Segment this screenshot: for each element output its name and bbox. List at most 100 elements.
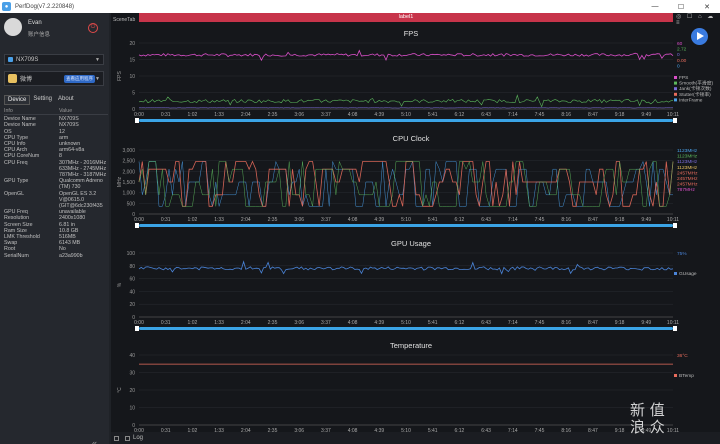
info-row: SerialNum a23a990b — [4, 253, 108, 259]
legend-label: Smooth(平滑度) — [679, 80, 714, 87]
series-line — [138, 49, 674, 62]
legend-swatch — [674, 76, 677, 79]
legend-label: BTemp — [679, 373, 694, 379]
chevron-down-icon: ▼ — [95, 75, 100, 82]
scene-label[interactable]: label1 — [139, 13, 673, 22]
info-key: SerialNum — [4, 252, 29, 259]
sidebar: Evan 账户信息 ⏻ NX709S ▼ 微博 查看应用程序 ▼ Device … — [0, 13, 109, 444]
y-tick-label: 3,000 — [122, 148, 135, 154]
x-tick-label: 2:35 — [268, 320, 278, 326]
info-key: GPU Type — [4, 178, 29, 185]
minimize-button[interactable]: — — [642, 0, 668, 13]
chart-title: Temperature — [390, 341, 432, 350]
x-tick-label: 0:00 — [134, 217, 144, 223]
user-name: Evan — [28, 20, 42, 26]
chart-title: GPU Usage — [391, 239, 431, 248]
x-tick-label: 1:02 — [188, 217, 198, 223]
series-value: 1123MHz — [677, 148, 698, 154]
series-value: 1123MHz — [677, 154, 698, 160]
y-tick-label: 5 — [132, 91, 135, 97]
chevron-down-icon: ▼ — [95, 56, 100, 63]
x-tick-label: 10:11 — [667, 217, 679, 223]
info-row: GPU Type Qualcomm Adreno (TM) 730 — [4, 178, 108, 190]
scroll-handle-left — [135, 326, 139, 331]
device-name: NX709S — [16, 56, 39, 63]
x-tick-label: 3:06 — [294, 112, 304, 118]
series-value: 2457MHz — [677, 182, 698, 188]
legend-swatch — [674, 272, 677, 275]
x-tick-label: 10:11 — [667, 320, 679, 326]
tab-setting[interactable]: Setting — [30, 95, 55, 105]
collapse-sidebar-icon[interactable]: « — [92, 438, 97, 444]
legend-swatch — [674, 98, 677, 102]
account-info-link[interactable]: 账户信息 — [28, 30, 50, 38]
legend-swatch — [674, 81, 677, 85]
y-tick-label: 60 — [129, 277, 135, 283]
power-icon[interactable]: ⏻ — [88, 23, 98, 33]
perfdog-logo-icon: ● — [2, 2, 11, 11]
x-tick-label: 4:39 — [374, 217, 384, 223]
x-tick-label: 7:45 — [535, 320, 545, 326]
x-tick-label: 3:37 — [321, 112, 331, 118]
x-tick-label: 9:18 — [615, 320, 625, 326]
avatar[interactable] — [4, 18, 22, 36]
x-tick-label: 8:16 — [561, 320, 571, 326]
legend-swatch — [674, 374, 677, 377]
tab-device[interactable]: Device — [4, 95, 31, 105]
info-value: Qualcomm Adreno (TM) 730 — [59, 178, 103, 191]
x-tick-label: 7:14 — [508, 112, 518, 118]
chart-area: SceneTab label1 ◎ ☐ ⌂ ☁ ≡ FPS FPS 20 15 10 5 0… — [111, 13, 720, 444]
app-tag[interactable]: 查看应用程序 — [64, 74, 96, 83]
y-tick-label: 80 — [129, 264, 135, 270]
x-tick-label: 9:49 — [641, 320, 651, 326]
series-value: 60 — [677, 41, 683, 47]
y-tick-label: 500 — [127, 201, 136, 207]
series-value: 2457MHz — [677, 176, 698, 182]
x-tick-label: 5:10 — [401, 112, 411, 118]
info-value: a23a990b — [59, 252, 83, 259]
series-value: 0.00 — [677, 58, 687, 64]
series-line — [138, 94, 674, 108]
app-select[interactable]: 微博 查看应用程序 ▼ — [4, 71, 104, 86]
series-line — [138, 160, 674, 208]
y-tick-label: 30 — [129, 371, 135, 377]
x-tick-label: 9:18 — [615, 217, 625, 223]
y-tick-label: 2,000 — [122, 169, 135, 175]
x-tick-label: 2:04 — [241, 217, 251, 223]
watermark: 新 值 浪 众 — [630, 402, 718, 438]
watermark-line1: 新 值 — [630, 401, 665, 419]
y-tick-label: 20 — [129, 41, 135, 47]
x-tick-label: 6:43 — [481, 320, 491, 326]
maximize-button[interactable]: ☐ — [668, 0, 694, 13]
log-label: Log — [133, 435, 144, 441]
x-tick-label: 9:18 — [615, 112, 625, 118]
device-icon — [8, 57, 13, 62]
x-tick-label: 10:11 — [667, 112, 679, 118]
x-tick-label: 0:31 — [161, 112, 171, 118]
legend-label: GUsage — [679, 271, 697, 277]
log-checkbox[interactable] — [125, 435, 130, 441]
series-value: 0 — [677, 63, 680, 69]
x-tick-label: 4:39 — [374, 112, 384, 118]
x-tick-label: 5:41 — [428, 112, 438, 118]
expand-log-icon[interactable] — [114, 435, 119, 441]
x-tick-label: 5:41 — [428, 217, 438, 223]
charts-svg: FPS FPS 20 15 10 5 0 0:00 0:31 1:02 1:33 2:04 2:35 3:… — [117, 29, 714, 439]
device-select[interactable]: NX709S ▼ — [4, 54, 104, 65]
perfdog-window: ● PerfDog(v7.2.220848) — ☐ ✕ Evan 账户信息 ⏻… — [0, 0, 720, 444]
x-tick-label: 8:16 — [561, 112, 571, 118]
y-tick-label: 100 — [127, 251, 136, 257]
x-tick-label: 4:08 — [348, 320, 358, 326]
y-tick-label: 1,000 — [122, 191, 135, 197]
close-button[interactable]: ✕ — [694, 0, 720, 13]
device-info-table: Info Value Device Name NX709S Device Name N… — [4, 108, 108, 259]
x-tick-label: 0:31 — [161, 320, 171, 326]
chart-ylabel: °C — [117, 387, 123, 393]
x-tick-label: 3:37 — [321, 217, 331, 223]
tab-about[interactable]: About — [55, 95, 77, 105]
log-bar: Log — [111, 432, 720, 444]
info-row: CPU Freq 307MHz - 2016MHz 633MHz - 2745MHz… — [4, 160, 108, 179]
scroll-handle-left — [135, 118, 139, 123]
scene-tab[interactable]: SceneTab — [111, 17, 139, 23]
window-title: PerfDog(v7.2.220848) — [15, 3, 75, 10]
